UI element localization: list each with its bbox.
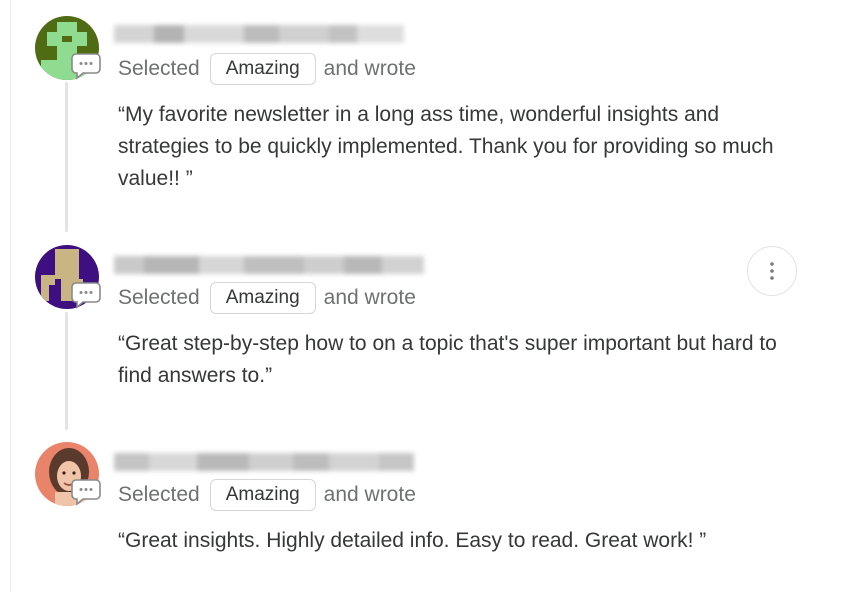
meta-suffix: and wrote [323, 483, 416, 506]
thread-line [65, 82, 68, 232]
meta-prefix: Selected [118, 286, 200, 309]
commenter-name-redacted [114, 22, 404, 46]
comment-meta: Selected Amazing and wrote [118, 281, 416, 315]
more-options-button[interactable] [747, 246, 797, 296]
rating-badge: Amazing [209, 282, 316, 314]
comment-meta: Selected Amazing and wrote [118, 52, 416, 86]
meta-suffix: and wrote [323, 286, 416, 309]
page-left-border [10, 0, 11, 592]
meta-prefix: Selected [118, 483, 200, 506]
commenter-name-redacted [114, 450, 414, 474]
comment-icon [70, 52, 102, 80]
comment-quote: “Great step-by-step how to on a topic th… [118, 332, 777, 387]
thread-line [65, 312, 68, 430]
comment-icon [70, 281, 102, 309]
comment-quote: “Great insights. Highly detailed info. E… [118, 529, 707, 552]
rating-badge: Amazing [209, 53, 316, 85]
commenter-name-redacted [114, 253, 424, 277]
meta-prefix: Selected [118, 57, 200, 80]
comment-icon [70, 478, 102, 506]
rating-badge: Amazing [209, 479, 316, 511]
meta-suffix: and wrote [323, 57, 416, 80]
comment-meta: Selected Amazing and wrote [118, 478, 416, 512]
comment-quote: “My favorite newsletter in a long ass ti… [118, 103, 774, 190]
more-vertical-icon [770, 262, 774, 280]
